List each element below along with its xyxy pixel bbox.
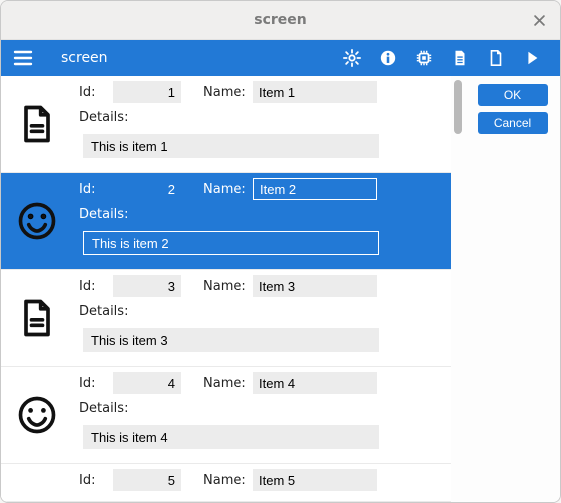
menu-icon[interactable]: [11, 46, 35, 70]
details-label: Details:: [79, 304, 128, 319]
fields: Id: Name: Details:: [73, 367, 451, 463]
id-input[interactable]: [113, 469, 181, 491]
list-item[interactable]: Id: Name: Details:: [1, 173, 451, 270]
id-input[interactable]: [113, 275, 181, 297]
file-icon[interactable]: [442, 40, 478, 76]
smiley-icon: [1, 367, 73, 463]
toolbar: screen: [1, 40, 560, 76]
info-icon[interactable]: [370, 40, 406, 76]
fields: Id: Name: Details:: [73, 76, 451, 172]
window-title: screen: [254, 12, 307, 28]
id-input[interactable]: [113, 178, 181, 200]
document-icon: [1, 464, 73, 501]
list-wrap: Id: Name: Details: Id: Name: Details: Id: Name:…: [1, 76, 465, 502]
name-input[interactable]: [253, 275, 377, 297]
id-label: Id:: [79, 85, 111, 100]
id-label: Id:: [79, 473, 111, 488]
name-label: Name:: [203, 376, 251, 391]
body: Id: Name: Details: Id: Name: Details: Id: Name:…: [1, 76, 560, 502]
list-item[interactable]: Id: Name:: [1, 464, 451, 502]
fields: Id: Name:: [73, 464, 451, 501]
titlebar: screen: [1, 1, 560, 40]
details-label: Details:: [79, 401, 128, 416]
fields: Id: Name: Details:: [73, 270, 451, 366]
list-item[interactable]: Id: Name: Details:: [1, 270, 451, 367]
close-icon[interactable]: [528, 9, 550, 31]
gear-icon[interactable]: [334, 40, 370, 76]
list-item[interactable]: Id: Name: Details:: [1, 76, 451, 173]
name-label: Name:: [203, 85, 251, 100]
details-input[interactable]: [83, 425, 379, 449]
name-input[interactable]: [253, 81, 377, 103]
name-label: Name:: [203, 279, 251, 294]
new-file-icon[interactable]: [478, 40, 514, 76]
ok-button[interactable]: OK: [478, 84, 548, 106]
list[interactable]: Id: Name: Details: Id: Name: Details: Id: Name:…: [1, 76, 451, 502]
document-icon: [1, 76, 73, 172]
name-input[interactable]: [253, 372, 377, 394]
smiley-icon: [1, 173, 73, 269]
details-input[interactable]: [83, 328, 379, 352]
name-label: Name:: [203, 182, 251, 197]
name-input[interactable]: [253, 178, 377, 200]
window: screen screen Id: Name: Details:: [0, 0, 561, 503]
id-input[interactable]: [113, 81, 181, 103]
name-input[interactable]: [253, 469, 377, 491]
details-label: Details:: [79, 207, 128, 222]
id-label: Id:: [79, 182, 111, 197]
name-label: Name:: [203, 473, 251, 488]
details-label: Details:: [79, 110, 128, 125]
toolbar-title: screen: [61, 50, 108, 66]
scrollbar-thumb[interactable]: [454, 80, 462, 134]
list-item[interactable]: Id: Name: Details:: [1, 367, 451, 464]
id-input[interactable]: [113, 372, 181, 394]
id-label: Id:: [79, 279, 111, 294]
details-input[interactable]: [83, 231, 379, 255]
fields: Id: Name: Details:: [73, 173, 451, 269]
cancel-button[interactable]: Cancel: [478, 112, 548, 134]
button-panel: OK Cancel: [465, 76, 560, 502]
document-icon: [1, 270, 73, 366]
chip-icon[interactable]: [406, 40, 442, 76]
play-icon[interactable]: [514, 40, 550, 76]
scrollbar[interactable]: [451, 76, 465, 502]
id-label: Id:: [79, 376, 111, 391]
details-input[interactable]: [83, 134, 379, 158]
